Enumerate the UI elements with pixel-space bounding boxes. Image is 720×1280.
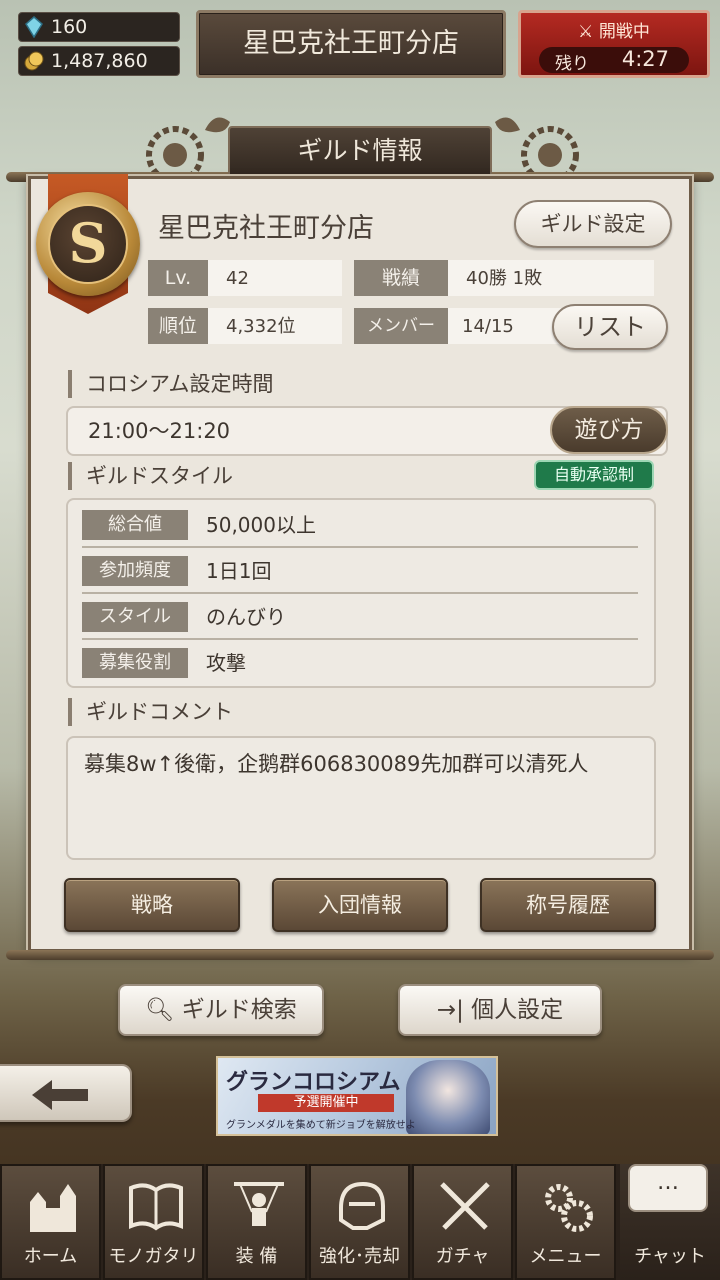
join-info-button[interactable]: 入団情報 (272, 878, 448, 932)
style-row: 募集役割 攻撃 (82, 640, 638, 686)
level-stat: Lv. 42 (148, 260, 342, 296)
nav-gacha[interactable]: ガチャ (412, 1164, 513, 1280)
banner-subtitle: 予選開催中 (258, 1094, 394, 1112)
puppet-icon (234, 1182, 284, 1226)
personal-settings-button[interactable]: →| 個人設定 (398, 984, 602, 1036)
colosseum-heading: コロシアム設定時間 (68, 370, 274, 398)
member-list-button[interactable]: リスト (552, 304, 668, 350)
nav-label: チャット (634, 1246, 706, 1267)
back-button[interactable] (0, 1064, 132, 1122)
strategy-button[interactable]: 戦略 (64, 878, 240, 932)
event-banner[interactable]: グランコロシアム 予選開催中 グランメダルを集めて新ジョブを解放せよ (216, 1056, 498, 1136)
gem-count: 160 (51, 16, 88, 38)
nav-label: 強化･売却 (319, 1246, 400, 1267)
members-value: 14/15 (462, 316, 514, 337)
remaining-time: 4:27 (621, 47, 669, 71)
style-row-label: 総合値 (82, 510, 188, 540)
helmet-icon (339, 1181, 385, 1230)
members-label: メンバー (354, 308, 448, 344)
style-row-value: 1日1回 (206, 559, 272, 583)
shop-title: 星巴克社王町分店 (196, 10, 506, 78)
style-row-label: 募集役割 (82, 648, 188, 678)
title-history-button[interactable]: 称号履歴 (480, 878, 656, 932)
style-row-label: スタイル (82, 602, 188, 632)
nav-menu[interactable]: メニュー (515, 1164, 616, 1280)
nav-label: 装 備 (235, 1246, 278, 1267)
members-stat: メンバー 14/15 (354, 308, 574, 344)
battle-status[interactable]: ⚔ 開戦中 残り 4:27 (518, 10, 710, 78)
guild-rank-emblem: S (36, 192, 140, 296)
nav-label: ホーム (23, 1246, 78, 1267)
nav-label: ガチャ (435, 1246, 490, 1267)
level-value: 42 (226, 268, 249, 289)
rank-letter: S (48, 204, 128, 284)
castle-icon (30, 1184, 76, 1232)
remaining-label: 残り (555, 54, 589, 74)
crystal-icon (25, 16, 43, 38)
nav-story[interactable]: モノガタリ (103, 1164, 204, 1280)
guild-settings-button[interactable]: ギルド設定 (514, 200, 672, 248)
comment-heading: ギルドコメント (68, 698, 233, 726)
book-icon (129, 1183, 183, 1231)
style-row: 参加頻度 1日1回 (82, 548, 638, 594)
panel-title: ギルド情報 (228, 126, 492, 176)
banner-title: グランコロシアム (226, 1069, 401, 1095)
coin-icon (24, 51, 44, 71)
level-label: Lv. (148, 260, 208, 296)
battle-timer: 残り 4:27 (539, 47, 689, 74)
style-row-value: 攻撃 (206, 651, 246, 675)
crossed-swords-icon: ⚔ (578, 22, 594, 42)
gear-ornament-right-icon (495, 117, 579, 180)
coin-counter: 1,487,860 (18, 46, 180, 76)
search-icon: 🔍︎ (145, 997, 175, 1023)
gem-counter: 160 (18, 12, 180, 42)
panel-rod-bottom (6, 950, 714, 960)
rank-label: 順位 (148, 308, 208, 344)
style-row-label: 参加頻度 (82, 556, 188, 586)
style-row: スタイル のんびり (82, 594, 638, 640)
nav-label: メニュー (529, 1246, 602, 1267)
guild-search-button[interactable]: 🔍︎ ギルド検索 (118, 984, 324, 1036)
rank-stat: 順位 4,332位 (148, 308, 342, 344)
record-value: 40勝 1敗 (466, 268, 543, 289)
style-table: 総合値 50,000以上 参加頻度 1日1回 スタイル のんびり 募集役割 攻撃 (66, 498, 656, 688)
guild-name: 星巴克社王町分店 (158, 213, 374, 244)
battle-label: ⚔ 開戦中 (578, 22, 650, 42)
banner-character-art (406, 1060, 490, 1134)
coin-count: 1,487,860 (51, 50, 148, 72)
guild-comment: 募集8w↑後衛，企鹅群606830089先加群可以清死人 (66, 736, 656, 860)
nav-label: モノガタリ (108, 1246, 199, 1267)
gear-icon (545, 1184, 593, 1232)
chat-bubble-icon[interactable]: … (628, 1164, 708, 1212)
style-heading: ギルドスタイル (68, 462, 233, 490)
style-row-value: 50,000以上 (206, 513, 316, 537)
record-stat: 戦績 40勝 1敗 (354, 260, 654, 296)
howto-button[interactable]: 遊び方 (550, 406, 668, 454)
style-row: 総合値 50,000以上 (82, 502, 638, 548)
style-row-value: のんびり (206, 605, 286, 629)
rank-value: 4,332位 (226, 316, 296, 337)
nav-equipment[interactable]: 装 備 (206, 1164, 307, 1280)
banner-note: グランメダルを集めて新ジョブを解放せよ (226, 1120, 416, 1131)
back-arrow-icon (32, 1080, 88, 1110)
enter-arrow-icon: →| (436, 997, 464, 1023)
nav-home[interactable]: ホーム (0, 1164, 101, 1280)
nav-enhance-sell[interactable]: 強化･売却 (309, 1164, 410, 1280)
record-label: 戦績 (354, 260, 448, 296)
auto-approval-badge: 自動承認制 (534, 460, 654, 490)
crossed-swords-icon (440, 1182, 490, 1230)
